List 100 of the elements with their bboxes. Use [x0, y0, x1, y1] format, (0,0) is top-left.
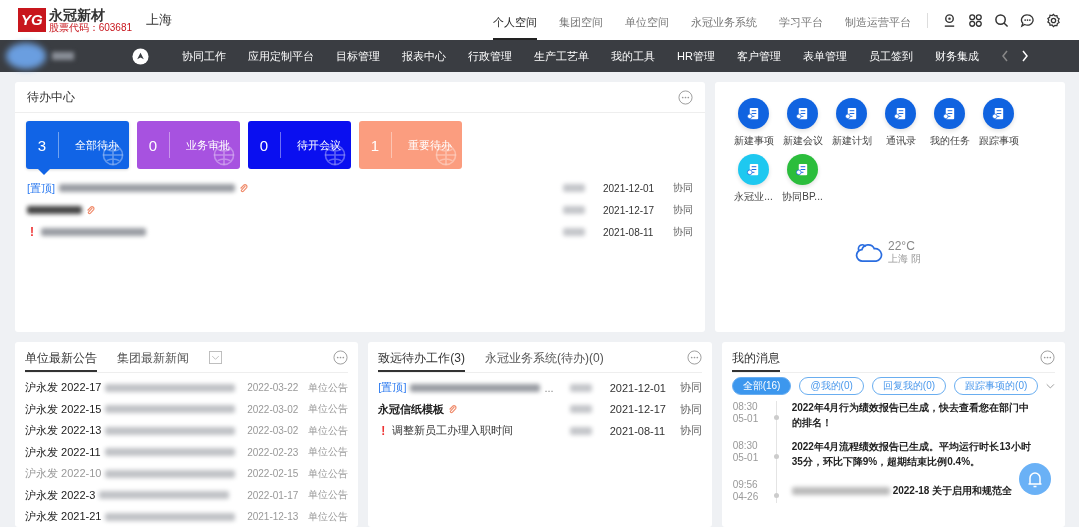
space-tab[interactable]: 永冠业务系统	[691, 0, 757, 40]
more-icon[interactable]	[1040, 349, 1055, 365]
task-title[interactable]: 永冠信纸模板	[378, 401, 445, 417]
more-icon[interactable]	[678, 89, 693, 105]
app-label[interactable]: 新建会议	[782, 134, 823, 148]
notice-row[interactable]: 沪永发 2022-11 2022-02-23 单位公告	[25, 441, 349, 463]
message-date: 05-01	[732, 413, 760, 425]
message-text[interactable]: 2022年4月行为绩效报告已生成，快去查看您在部门中的排名！	[791, 401, 1037, 430]
temperature-text: 22°C	[888, 240, 916, 254]
next-icon[interactable]	[1019, 49, 1030, 63]
nav-item[interactable]: 客户管理	[725, 48, 792, 64]
date-text: 2021-08-11	[609, 424, 667, 437]
nav-item[interactable]: 表单管理	[791, 48, 858, 64]
task-title[interactable]: ...	[544, 381, 554, 394]
blurred-title[interactable]	[27, 206, 82, 214]
bell-icon[interactable]	[1019, 463, 1051, 495]
nav-item[interactable]: 协同工作	[171, 48, 237, 64]
category-text: 协同	[679, 380, 702, 396]
app-icon[interactable]	[934, 98, 965, 129]
space-tab[interactable]: 学习平台	[779, 0, 823, 40]
message-time: 09:56	[732, 479, 759, 491]
app-label[interactable]: 新建计划	[831, 134, 872, 148]
date-text: 2021-12-17	[609, 403, 667, 416]
app-label[interactable]: 我的任务	[929, 134, 970, 148]
previous-icon[interactable]	[999, 49, 1010, 63]
space-tab[interactable]: 集团空间	[559, 0, 603, 40]
notice-row[interactable]: 沪永发 2022-17 2022-03-22 单位公告	[25, 377, 349, 399]
app-icon[interactable]	[787, 154, 818, 185]
date-text: 2021-12-01	[603, 182, 656, 194]
panel-tab[interactable]: 致远待办工作(3)	[378, 342, 465, 372]
settings-icon[interactable]	[1046, 12, 1061, 28]
nav-item[interactable]: HR管理	[666, 48, 726, 64]
panel-tab[interactable]: 集团最新新闻	[117, 342, 189, 372]
todo-category-card[interactable]: 0 业务审批	[137, 121, 240, 169]
app-icon[interactable]	[983, 98, 1014, 129]
nav-item[interactable]: 报表中心	[391, 48, 457, 64]
notice-row[interactable]: 沪永发 2022-13 2022-03-02 单位公告	[25, 420, 349, 442]
logo-mark: YG	[18, 8, 46, 32]
message-time: 08:30	[732, 401, 759, 413]
category-text: 协同	[673, 181, 693, 195]
weather-place-text: 上海 阴	[888, 253, 921, 265]
more-icon[interactable]	[333, 349, 349, 365]
location-icon[interactable]	[942, 12, 957, 28]
more-icon[interactable]	[686, 349, 702, 365]
nav-item[interactable]: 生产工艺单	[523, 48, 600, 64]
app-icon[interactable]	[787, 98, 818, 129]
panel-title: 待办中心	[27, 88, 75, 106]
date-text: 2021-12-17	[603, 204, 656, 216]
notice-row[interactable]: 沪永发 2021-21 2021-12-13 单位公告	[25, 506, 349, 527]
city-label: 上海	[146, 11, 173, 29]
app-icon[interactable]	[738, 98, 769, 129]
notice-row[interactable]: 沪永发 2022-15 2022-03-02 单位公告	[25, 398, 349, 420]
nav-item[interactable]: 员工签到	[857, 48, 924, 64]
apps-icon[interactable]	[968, 12, 983, 28]
category-text: 协同	[679, 423, 702, 439]
blurred-sender	[569, 405, 592, 414]
collapse-icon[interactable]	[132, 47, 149, 65]
avatar[interactable]	[6, 43, 46, 69]
category-text: 协同	[679, 401, 702, 417]
app-icon[interactable]	[885, 98, 916, 129]
app-label[interactable]: 永冠业...	[734, 190, 773, 204]
message-text[interactable]: 2022年4月流程绩效报告已生成。平均运行时长13小时35分，环比下降9%，超期结束比例0.4%。	[791, 440, 1037, 469]
app-label[interactable]: 协同BP...	[782, 190, 823, 204]
todo-category-card[interactable]: 0 待开会议	[248, 121, 351, 169]
panel-tab[interactable]: 单位最新公告	[25, 342, 97, 372]
app-icon[interactable]	[738, 154, 769, 185]
category-text: 协同	[673, 225, 693, 239]
company-name: 永冠新材	[48, 7, 106, 22]
category-text: 协同	[673, 203, 693, 217]
space-tab[interactable]: 单位空间	[625, 0, 669, 40]
app-icon[interactable]	[836, 98, 867, 129]
attachment-icon	[239, 183, 249, 193]
attachment-icon	[448, 404, 458, 414]
message-date: 05-01	[732, 452, 760, 464]
chat-icon[interactable]	[1020, 12, 1035, 28]
nav-item[interactable]: 目标管理	[325, 48, 391, 64]
blurred-user-name	[52, 52, 74, 60]
nav-item[interactable]: 我的工具	[600, 48, 666, 64]
date-text: 2021-08-11	[603, 226, 655, 238]
search-icon[interactable]	[994, 12, 1009, 28]
app-label[interactable]: 跟踪事项	[978, 134, 1019, 148]
message-text[interactable]: 2022-18 关于启用和规范全	[892, 483, 1013, 499]
app-label[interactable]: 新建事项	[733, 134, 774, 148]
task-title[interactable]: 调整新员工办理入职时间	[392, 423, 514, 439]
panel-tab[interactable]: 永冠业务系统(待办)(0)	[485, 342, 604, 372]
blurred-sender	[563, 206, 585, 214]
pinned-tag: [置顶]	[378, 380, 407, 396]
app-label[interactable]: 通讯录	[885, 134, 916, 148]
panel-title: 我的消息	[731, 342, 780, 372]
notice-row[interactable]: 沪永发 2022-3 2022-01-17 单位公告	[25, 484, 349, 506]
nav-item[interactable]: 行政管理	[457, 48, 523, 64]
pinned-tag: [置顶]	[27, 180, 56, 196]
message-time: 08:30	[732, 440, 759, 452]
message-date: 04-26	[732, 491, 760, 503]
nav-item[interactable]: 应用定制平台	[237, 48, 325, 64]
attachment-icon	[86, 205, 95, 215]
date-text: 2021-12-01	[609, 381, 667, 394]
urgent-mark: !	[380, 423, 387, 438]
nav-item[interactable]: 财务集成	[923, 48, 990, 64]
space-tab[interactable]: 制造运营平台	[845, 0, 911, 40]
